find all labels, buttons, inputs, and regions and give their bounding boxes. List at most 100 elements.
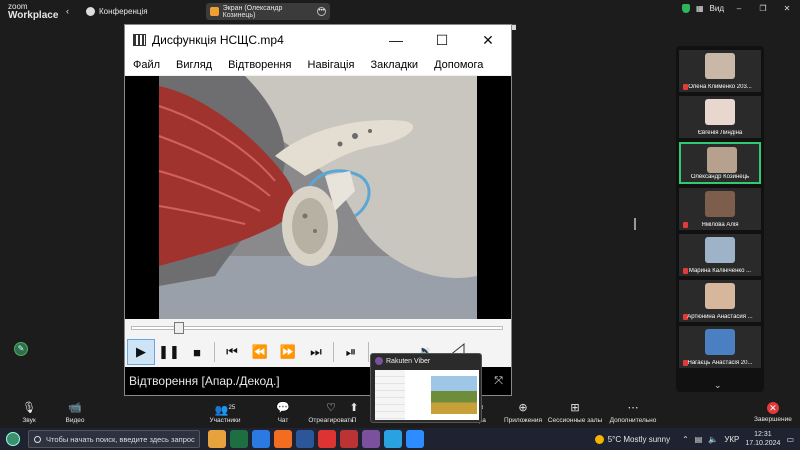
notifications-icon[interactable]: ▭ [786, 435, 794, 444]
conference-button[interactable]: Конференція [86, 7, 148, 16]
previous-button[interactable]: ⏮ [218, 339, 246, 365]
viber-preview-popup[interactable]: Rakuten Viber [370, 353, 482, 423]
seek-bar[interactable] [125, 319, 511, 337]
frame-step-icon: ⏯ [345, 344, 357, 359]
view-button[interactable]: Вид [710, 4, 724, 13]
participant-tile[interactable]: Нагаєць Анастасія 20... [679, 326, 761, 368]
rewind-button[interactable]: ⏪ [246, 339, 274, 365]
windows-taskbar: Чтобы начать поиск, введите здесь запрос… [0, 428, 800, 450]
close-icon[interactable]: ✕ [778, 4, 796, 13]
fullscreen-icon[interactable]: ⤧ [494, 375, 503, 388]
weather-widget[interactable]: 5°C Mostly sunny [594, 434, 670, 444]
participants-count: 25 [228, 405, 236, 411]
participant-tile[interactable]: Марина Калініченко ... [679, 234, 761, 276]
participants-label: Участники [209, 417, 241, 424]
menu-navigation[interactable]: Навігація [308, 59, 355, 71]
minimize-icon[interactable]: – [730, 4, 748, 13]
scroll-indicator[interactable] [634, 218, 636, 230]
media-player-window: Дисфункція НСЩС.mp4 — ☐ ✕ Файл Вигляд Ві… [124, 24, 512, 396]
menu-bookmarks[interactable]: Закладки [370, 59, 418, 71]
menu-file[interactable]: Файл [133, 59, 160, 71]
participants-video-panel: Олена Клименко 203... Євгенія Линдіна Олек… [676, 46, 764, 392]
more-options-icon[interactable]: ••• [317, 7, 326, 16]
viber-window-thumbnail [375, 370, 479, 420]
next-button[interactable]: ⏭ [302, 339, 330, 365]
viber-header: Rakuten Viber [371, 354, 481, 368]
taskbar-apps [208, 430, 424, 448]
chevron-left-icon[interactable]: ‹ [66, 6, 69, 16]
volume-tray-icon[interactable]: 🔈 [708, 435, 718, 444]
share-button[interactable]: ⬆ П [344, 402, 364, 424]
apps-icon: ⊕ [518, 402, 528, 414]
viber-image-preview [431, 376, 477, 414]
play-button[interactable]: ▶ [127, 339, 155, 365]
heart-icon: ♡ [326, 402, 336, 414]
viber-icon [375, 357, 383, 365]
breakout-rooms-button[interactable]: ⊞ Сессионные залы [546, 402, 604, 424]
fast-forward-button[interactable]: ⏩ [274, 339, 302, 365]
control-separator [368, 342, 369, 362]
chat-icon: 💬 [276, 402, 290, 414]
end-meeting-button[interactable]: ✕ Завершение [754, 402, 792, 423]
telegram-icon[interactable] [384, 430, 402, 448]
video-frame[interactable] [125, 76, 511, 319]
control-separator [333, 342, 334, 362]
participants-button[interactable]: 👥25 Участники [196, 402, 254, 424]
participant-name: Євгенія Линдіна [697, 130, 743, 136]
participant-name: Олександр Козинець [690, 174, 750, 180]
participant-tile[interactable]: Олександр Козинець [679, 142, 761, 184]
menu-help[interactable]: Допомога [434, 59, 483, 71]
more-button[interactable]: ⋯ Дополнительно [604, 402, 662, 424]
viber-title: Rakuten Viber [386, 357, 431, 365]
share-icon: ⬆ [349, 402, 359, 414]
player-maximize-icon[interactable]: ☐ [419, 32, 465, 49]
video-button[interactable]: 📹 Видео [46, 402, 104, 424]
browser-icon[interactable] [252, 430, 270, 448]
clock-time: 12:31 [754, 431, 772, 438]
seek-thumb[interactable] [174, 322, 185, 334]
media-icon[interactable] [340, 430, 358, 448]
ellipsis-icon: ⋯ [627, 402, 639, 414]
menu-view[interactable]: Вигляд [176, 59, 212, 71]
participant-tile[interactable]: Артюнина Анастасия ... [679, 280, 761, 322]
skip-forward-icon: ⏭ [310, 344, 322, 359]
screen-share-indicator[interactable]: Экран (Олександр Козинець) ••• [206, 3, 330, 20]
taskbar-search[interactable]: Чтобы начать поиск, введите здесь запрос [28, 430, 200, 448]
zoom-taskbar-icon[interactable] [406, 430, 424, 448]
participant-video [705, 53, 735, 79]
firefox-icon[interactable] [274, 430, 292, 448]
participant-tile[interactable]: Євгенія Линдіна [679, 96, 761, 138]
frame-step-button[interactable]: ⏯ [337, 339, 365, 365]
chevron-down-icon[interactable]: ⌄ [714, 380, 722, 391]
chevron-up-icon[interactable]: ⌃ [682, 435, 689, 444]
participant-video [705, 329, 735, 355]
pdf-icon[interactable] [318, 430, 336, 448]
participant-name: Нагаєць Анастасія 20... [687, 360, 753, 366]
pause-button[interactable]: ❚❚ [155, 339, 183, 365]
clock[interactable]: 12:31 17.10.2024 [745, 430, 780, 448]
explorer-icon[interactable] [208, 430, 226, 448]
start-icon[interactable] [6, 432, 20, 446]
language-indicator[interactable]: УКР [724, 435, 739, 444]
apps-button[interactable]: ⊕ Приложения [494, 402, 552, 424]
player-title: Дисфункція НСЩС.mp4 [152, 33, 284, 47]
zoom-logo: zoom Workplace [8, 2, 58, 21]
participant-tile[interactable]: Олена Клименко 203... [679, 50, 761, 92]
search-icon [34, 435, 41, 443]
player-minimize-icon[interactable]: — [373, 32, 419, 49]
participant-tile[interactable]: Ямілова Алія [679, 188, 761, 230]
restore-icon[interactable]: ❐ [754, 4, 772, 13]
player-close-icon[interactable]: ✕ [465, 32, 511, 49]
annotate-icon[interactable]: ✎ [14, 342, 28, 356]
seek-track[interactable] [131, 326, 503, 330]
viber-taskbar-icon[interactable] [362, 430, 380, 448]
stop-button[interactable]: ■ [183, 339, 211, 365]
shield-icon [681, 4, 690, 13]
clock-date: 17.10.2024 [745, 440, 781, 447]
word-icon[interactable] [296, 430, 314, 448]
menu-playback[interactable]: Відтворення [228, 59, 291, 71]
excel-icon[interactable] [230, 430, 248, 448]
grid-view-icon[interactable]: ▦ [696, 4, 704, 13]
network-icon[interactable]: ▤ [695, 435, 703, 444]
play-icon: ▶ [136, 344, 146, 359]
